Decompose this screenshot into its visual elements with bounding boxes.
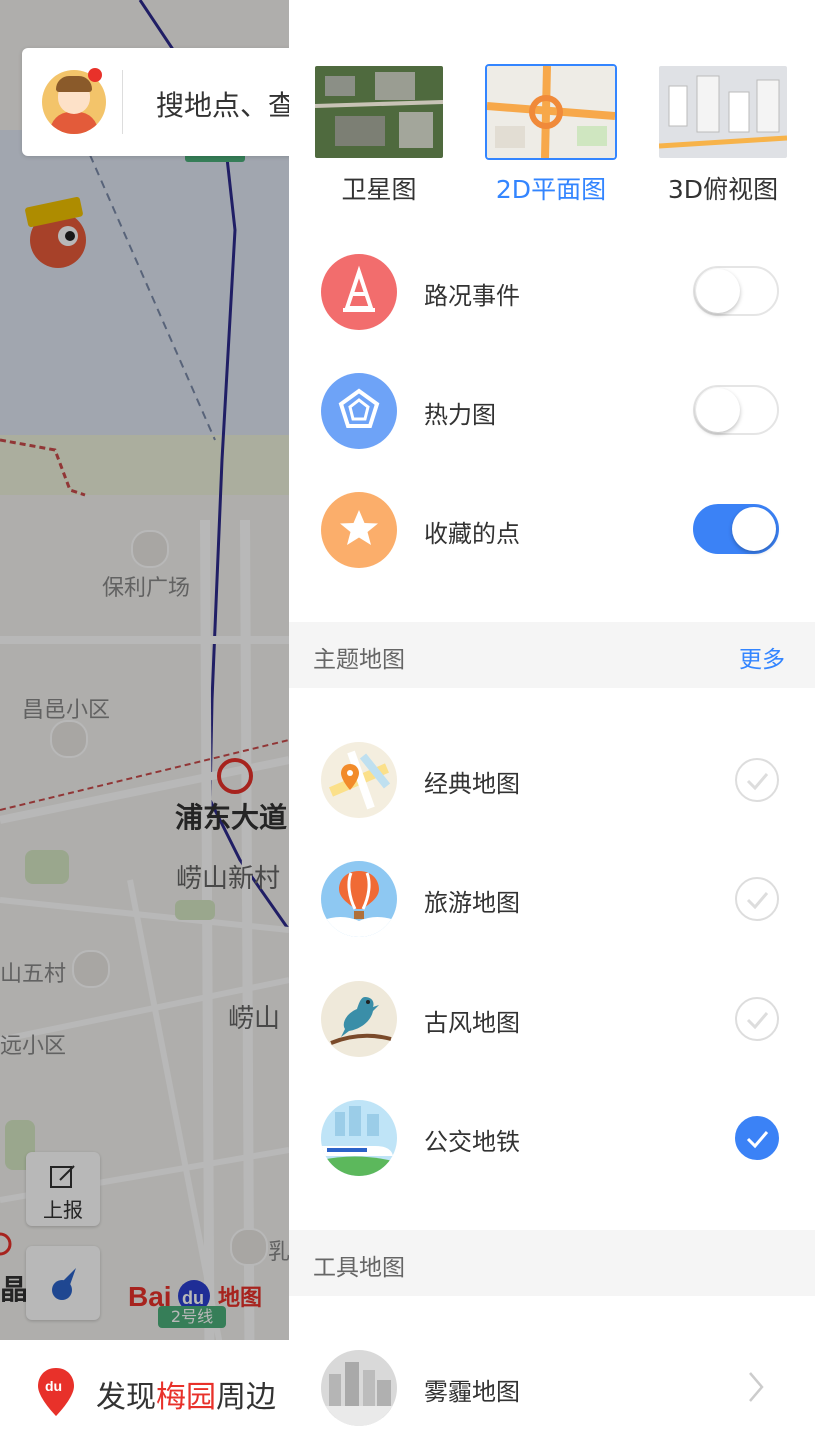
theme-label: 经典地图 [424,770,520,798]
map-label-laoshan-xincun: 崂山新村 [176,864,281,894]
mode-satellite[interactable]: 卫星图 [313,64,445,206]
heatmap-toggle[interactable] [693,385,779,435]
classic-map-icon [321,742,397,818]
map-label-yuan: 远小区 [0,1034,67,1059]
svg-text:du: du [182,1288,204,1308]
house-icon [72,950,110,988]
section-title: 主题地图 [313,647,405,673]
more-link[interactable]: 更多 [739,640,785,674]
traffic-cone-icon [321,254,397,330]
smog-city-icon [321,1350,397,1426]
tool-section-header: 工具地图 [289,1230,815,1296]
search-input[interactable]: 搜地点、查 [156,84,289,124]
notification-dot [88,68,102,82]
mode-label: 卫星图 [341,175,417,204]
mode-label: 3D俯视图 [667,175,779,204]
pentagon-icon [321,373,397,449]
check-icon[interactable] [735,877,779,921]
train-icon [321,1100,397,1176]
theme-row-transit[interactable]: 公交地铁 [289,1090,815,1190]
theme-row-classic[interactable]: 经典地图 [289,732,815,832]
theme-section-header: 主题地图 更多 [289,622,815,688]
report-label: 上报 [43,1198,83,1222]
map-label-shanwucun: 山五村 [0,962,67,987]
theme-label: 旅游地图 [424,889,520,917]
map-label-poly-plaza: 保利广场 [102,576,191,601]
promo-mascot-icon[interactable] [24,196,100,272]
building-icon [131,530,169,568]
edit-icon [50,1165,75,1188]
check-icon[interactable] [735,758,779,802]
traffic-toggle[interactable] [693,266,779,316]
mode-label: 2D平面图 [495,175,607,204]
theme-row-travel[interactable]: 旅游地图 [289,851,815,951]
layer-row-traffic[interactable]: 路况事件 [289,244,815,344]
layer-label: 路况事件 [424,282,520,310]
hot-air-balloon-icon [321,861,397,937]
layer-panel: 卫星图 2D平面图 3D俯视图 路况事件 热力图 收藏的点 主题地图 更多 经典… [289,0,815,1448]
mode-3d[interactable]: 3D俯视图 [657,64,789,206]
divider [122,70,123,134]
tool-label: 雾霾地图 [424,1378,520,1406]
2d-thumbnail [485,64,617,160]
discover-text: 发现梅园周边 [96,1380,276,1415]
search-bar[interactable]: 搜地点、查 [22,48,289,156]
metro-line-tag: 2号线 [158,1306,226,1328]
section-title: 工具地图 [313,1255,405,1281]
map-label-ru: 乳 [268,1240,289,1265]
svg-text:du: du [45,1378,62,1394]
check-icon[interactable] [735,1116,779,1160]
locate-button[interactable] [26,1246,100,1320]
house-icon [50,720,88,758]
map-label-pudong-avenue: 浦东大道 [175,801,288,834]
layer-row-heatmap[interactable]: 热力图 [289,363,815,463]
du-pin-icon: du [38,1368,74,1416]
report-button[interactable]: 上报 [26,1152,100,1226]
star-icon [321,492,397,568]
theme-label: 公交地铁 [424,1128,520,1156]
favorites-toggle[interactable] [693,504,779,554]
discover-bar[interactable]: du 发现梅园周边 [0,1340,289,1448]
check-icon[interactable] [735,997,779,1041]
map-view[interactable]: 保利广场 昌邑小区 浦东大道 崂山新村 山五村 远小区 崂山 乳 晶路 上报 B… [0,0,289,1448]
3d-thumbnail [657,64,789,160]
layer-row-favorites[interactable]: 收藏的点 [289,482,815,582]
theme-row-ancient[interactable]: 古风地图 [289,971,815,1071]
mode-2d[interactable]: 2D平面图 [485,64,617,206]
house-icon [230,1228,268,1266]
layer-label: 收藏的点 [424,520,520,548]
map-label-laoshan: 崂山 [228,1004,281,1034]
tool-row-smog[interactable]: 雾霾地图 [289,1340,815,1440]
layer-label: 热力图 [424,401,496,429]
satellite-thumbnail [313,64,445,160]
compass-icon [52,1268,76,1300]
bird-icon [321,981,397,1057]
chevron-right-icon[interactable] [747,1370,765,1404]
theme-label: 古风地图 [424,1009,520,1037]
